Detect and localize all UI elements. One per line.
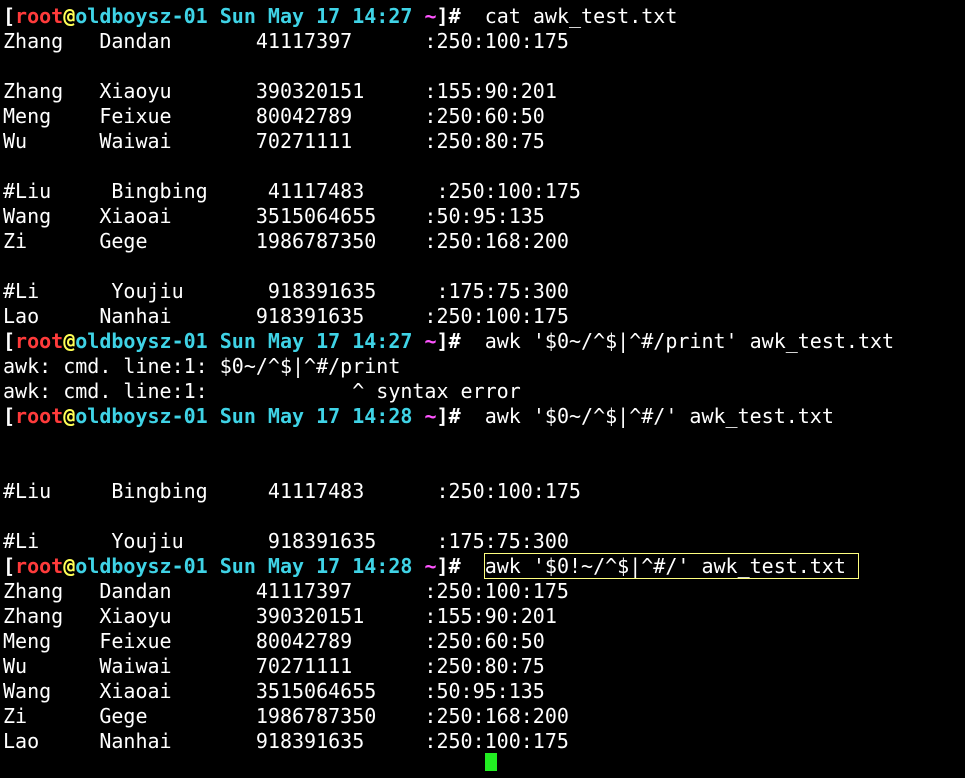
prompt-close-bracket: ]	[436, 404, 449, 428]
prompt-user: root	[15, 329, 64, 353]
output-line: Zi Gege 1986787350 :250:168:200	[3, 704, 569, 728]
prompt-host: oldboysz-01	[75, 404, 208, 428]
prompt-line: [root@oldboysz-01 Sun May 17 14:27 ~]# c…	[3, 4, 677, 29]
prompt-date: Sun May 17 14:27	[219, 4, 413, 28]
prompt-tilde: ~	[424, 404, 437, 428]
output-line: #Li Youjiu 918391635 :175:75:300	[3, 279, 569, 303]
output-line: Zhang Xiaoyu 390320151 :155:90:201	[3, 79, 557, 103]
prompt-tilde: ~	[424, 554, 437, 578]
prompt-close-bracket: ]	[436, 4, 449, 28]
prompt-hash: #	[448, 329, 461, 353]
prompt-hash: #	[448, 404, 461, 428]
output-line: #Li Youjiu 918391635 :175:75:300	[3, 529, 569, 553]
output-line: Wang Xiaoai 3515064655 :50:95:135	[3, 204, 545, 228]
output-line: Meng Feixue 80042789 :250:60:50	[3, 104, 545, 128]
prompt-open-bracket: [	[3, 4, 16, 28]
prompt-open-bracket: [	[3, 329, 16, 353]
shell-prompt: [root@oldboysz-01 Sun May 17 14:28 ~]#	[3, 404, 461, 428]
output-line: #Liu Bingbing 41117483 :250:100:175	[3, 179, 581, 203]
output-line: Lao Nanhai 918391635 :250:100:175	[3, 729, 569, 753]
prompt-user: root	[15, 404, 64, 428]
command-text: cat awk_test.txt	[484, 4, 678, 28]
output-line: Zhang Dandan 41117397 :250:100:175	[3, 579, 569, 603]
prompt-host: oldboysz-01	[75, 4, 208, 28]
prompt-open-bracket: [	[3, 404, 16, 428]
prompt-user: root	[15, 554, 64, 578]
output-line: Zi Gege 1986787350 :250:168:200	[3, 229, 569, 253]
output-line: #Liu Bingbing 41117483 :250:100:175	[3, 479, 581, 503]
prompt-at: @	[63, 329, 76, 353]
output-line: Meng Feixue 80042789 :250:60:50	[3, 629, 545, 653]
terminal-window[interactable]: [root@oldboysz-01 Sun May 17 14:27 ~]# c…	[0, 0, 965, 760]
output-line: Wu Waiwai 70271111 :250:80:75	[3, 654, 545, 678]
output-line: Zhang Xiaoyu 390320151 :155:90:201	[3, 604, 557, 628]
prompt-line: [root@oldboysz-01 Sun May 17 14:28 ~]# a…	[3, 404, 834, 429]
prompt-hash: #	[448, 554, 461, 578]
command-text: awk '$0~/^$|^#/print' awk_test.txt	[484, 329, 895, 353]
prompt-line: [root@oldboysz-01 Sun May 17 14:27 ~]# a…	[3, 329, 894, 354]
prompt-open-bracket: [	[3, 554, 16, 578]
prompt-tilde: ~	[424, 4, 437, 28]
prompt-hash: #	[448, 4, 461, 28]
output-line: awk: cmd. line:1: $0~/^$|^#/print	[3, 354, 401, 378]
output-line: Wang Xiaoai 3515064655 :50:95:135	[3, 679, 545, 703]
shell-prompt: [root@oldboysz-01 Sun May 17 14:27 ~]#	[3, 4, 461, 28]
prompt-line: [root@oldboysz-01 Sun May 17 14:28 ~]# a…	[3, 553, 859, 579]
prompt-at: @	[63, 554, 76, 578]
prompt-at: @	[63, 404, 76, 428]
prompt-date: Sun May 17 14:28	[219, 554, 413, 578]
output-line: Lao Nanhai 918391635 :250:100:175	[3, 304, 569, 328]
prompt-at: @	[63, 4, 76, 28]
prompt-host: oldboysz-01	[75, 554, 208, 578]
shell-prompt: [root@oldboysz-01 Sun May 17 14:27 ~]#	[3, 329, 461, 353]
prompt-user: root	[15, 4, 64, 28]
prompt-tilde: ~	[424, 329, 437, 353]
prompt-close-bracket: ]	[436, 554, 449, 578]
output-line: Wu Waiwai 70271111 :250:80:75	[3, 129, 545, 153]
prompt-date: Sun May 17 14:28	[219, 404, 413, 428]
prompt-close-bracket: ]	[436, 329, 449, 353]
output-line: Zhang Dandan 41117397 :250:100:175	[3, 29, 569, 53]
cursor-icon	[485, 753, 497, 771]
command-text: awk '$0!~/^$|^#/' awk_test.txt	[483, 553, 859, 579]
command-text: awk '$0~/^$|^#/' awk_test.txt	[484, 404, 834, 428]
output-line: awk: cmd. line:1: ^ syntax error	[3, 379, 521, 403]
prompt-date: Sun May 17 14:27	[219, 329, 413, 353]
prompt-host: oldboysz-01	[75, 329, 208, 353]
shell-prompt: [root@oldboysz-01 Sun May 17 14:28 ~]#	[3, 554, 461, 578]
